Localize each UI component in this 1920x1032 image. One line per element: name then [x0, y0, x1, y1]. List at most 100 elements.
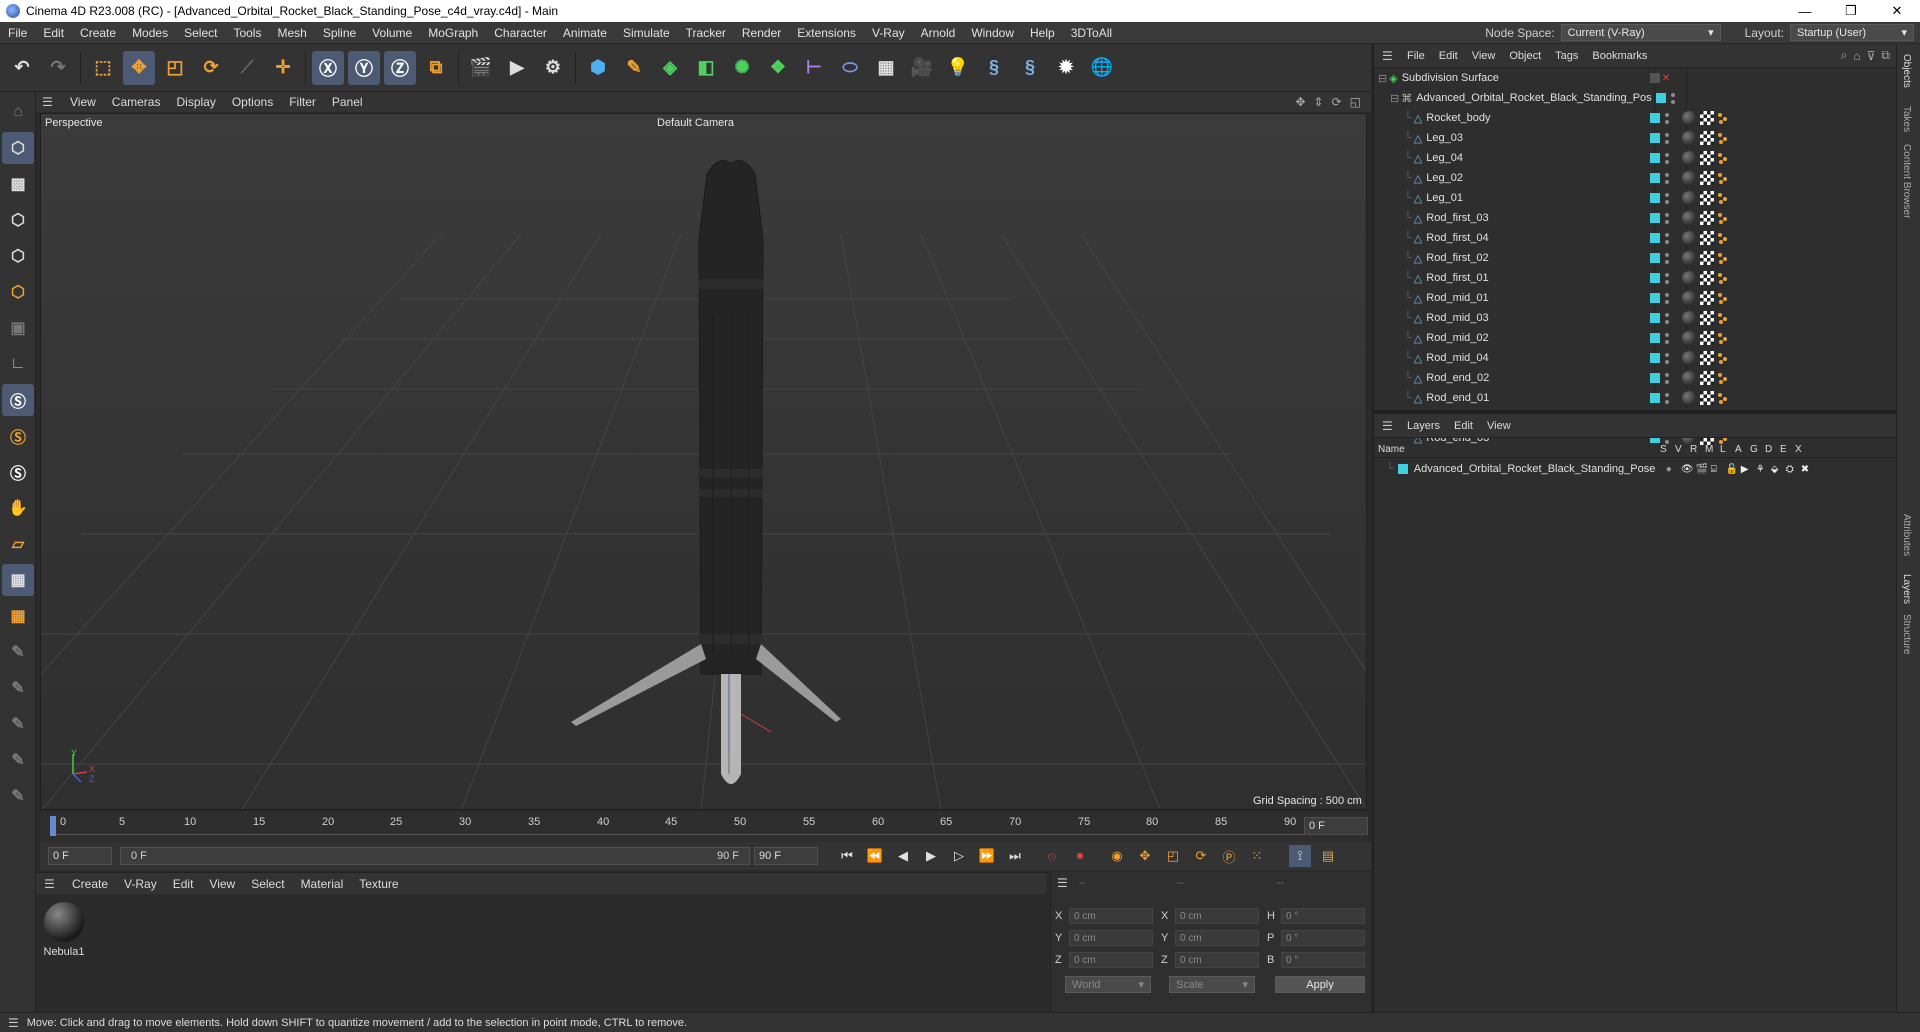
material-tag-icon[interactable] [1682, 391, 1697, 405]
layer-swatch[interactable] [1650, 253, 1661, 263]
move-tool-icon[interactable]: ✥ [123, 50, 155, 85]
object-row[interactable]: └ △ Leg_01 [1374, 188, 1898, 208]
next-frame-icon[interactable]: ▷ [948, 845, 970, 867]
new-window-icon[interactable]: ⧉ [1881, 48, 1890, 63]
layers-menu-view[interactable]: View [1480, 420, 1518, 432]
viewport-menu-view[interactable]: View [62, 95, 104, 109]
layer-swatch[interactable] [1650, 153, 1661, 163]
column-expressions[interactable]: E [1780, 444, 1795, 455]
prev-key-icon[interactable]: ⏪ [864, 845, 886, 867]
object-row[interactable]: └ △ Leg_02 [1374, 168, 1898, 188]
rotation-h-field[interactable]: 0 ° [1281, 908, 1365, 924]
hamburger-icon[interactable]: ☰ [1057, 876, 1068, 890]
current-frame-field[interactable]: 0 F [1304, 817, 1368, 835]
view-toggle-icon[interactable]: 👁 [1681, 464, 1696, 475]
layers-menu-edit[interactable]: Edit [1447, 420, 1480, 432]
layer-swatch[interactable] [1650, 313, 1661, 323]
locked-workplane-icon[interactable]: ▦ [2, 600, 34, 632]
column-deformers[interactable]: D [1765, 444, 1780, 455]
object-row-group[interactable]: ⊟ ⌘ Advanced_Orbital_Rocket_Black_Standi… [1374, 88, 1898, 108]
viewport-maximize-icon[interactable]: ◱ [1350, 95, 1361, 109]
menu-mograph[interactable]: MoGraph [420, 26, 486, 40]
world-axis-icon[interactable]: ✛ [267, 51, 299, 85]
brush-tool-icon[interactable]: ✎ [2, 708, 34, 740]
hamburger-icon[interactable]: ☰ [42, 95, 62, 109]
texture-tag-icon[interactable] [1700, 231, 1715, 245]
layer-swatch[interactable] [1650, 393, 1661, 403]
texture-tag-icon[interactable] [1700, 351, 1715, 365]
hamburger-icon[interactable]: ☰ [8, 1016, 19, 1030]
objects-menu-view[interactable]: View [1465, 50, 1503, 62]
smooth-tool-icon[interactable]: ✎ [2, 744, 34, 776]
search-icon[interactable]: ⌕ [1841, 48, 1848, 63]
menu-mesh[interactable]: Mesh [269, 26, 314, 40]
object-row[interactable]: └ △ Leg_03 [1374, 128, 1898, 148]
visibility-dots[interactable] [1664, 251, 1670, 265]
column-solo[interactable]: S [1660, 444, 1675, 455]
object-row[interactable]: └ △ Rod_first_04 [1374, 228, 1898, 248]
position-x-field[interactable]: 0 cm [1069, 908, 1153, 924]
column-generators[interactable]: G [1750, 444, 1765, 455]
objects-menu-file[interactable]: File [1400, 50, 1432, 62]
axis-mode-icon[interactable]: ∟ [2, 348, 34, 380]
menu-simulate[interactable]: Simulate [615, 26, 678, 40]
tab-layers[interactable]: Layers [1901, 574, 1912, 604]
material-tag-icon[interactable] [1682, 131, 1697, 145]
material-tag-icon[interactable] [1682, 311, 1697, 325]
end-frame-field[interactable]: 90 F [754, 847, 818, 865]
sculpt-tool-icon[interactable]: ✎ [2, 672, 34, 704]
viewport-menu-filter[interactable]: Filter [281, 95, 324, 109]
animation-toggle-icon[interactable]: ▶ [1741, 464, 1756, 475]
close-button[interactable]: ✕ [1874, 0, 1920, 22]
texture-tag-icon[interactable] [1700, 191, 1715, 205]
texture-tag-icon[interactable] [1700, 311, 1715, 325]
go-to-end-icon[interactable]: ⏭ [1004, 845, 1026, 867]
material-tag-icon[interactable] [1682, 291, 1697, 305]
layer-swatch[interactable] [1650, 193, 1661, 203]
menu-edit[interactable]: Edit [35, 26, 72, 40]
key-position-icon[interactable]: ✥ [1134, 845, 1156, 867]
vray-tag-icon[interactable] [1718, 252, 1730, 264]
timeline-ruler[interactable]: 0 5 10 15 20 25 30 35 40 45 50 55 60 65 … [40, 812, 1368, 842]
hamburger-icon[interactable]: ☰ [1382, 49, 1400, 63]
frame-range-slider[interactable]: 0 F 90 F [120, 847, 750, 865]
vray-tag-icon[interactable] [1718, 352, 1730, 364]
workplane-icon[interactable]: ▱ [2, 528, 34, 560]
transform-mode-dropdown[interactable]: Scale ▾ [1169, 976, 1255, 993]
visibility-dots[interactable] [1664, 231, 1670, 245]
visibility-dots[interactable] [1664, 171, 1670, 185]
auto-key-icon[interactable]: ⏺ [1069, 845, 1091, 867]
vray-tag-icon[interactable] [1718, 212, 1730, 224]
layer-swatch[interactable] [1650, 233, 1661, 243]
material-tag-icon[interactable] [1682, 111, 1697, 125]
material-tag-icon[interactable] [1682, 171, 1697, 185]
visibility-dots[interactable] [1670, 91, 1676, 105]
menu-modes[interactable]: Modes [124, 26, 176, 40]
node-space-dropdown[interactable]: Current (V-Ray) ▾ [1560, 24, 1721, 41]
polygons-mode-icon[interactable]: ⬡ [2, 276, 34, 308]
record-icon[interactable]: ⦸ [1041, 845, 1063, 867]
tab-attributes[interactable]: Attributes [1901, 514, 1912, 556]
undo-icon[interactable]: ↶ [6, 51, 38, 85]
texture-mode-icon[interactable]: ▩ [2, 168, 34, 200]
size-x-field[interactable]: 0 cm [1175, 908, 1259, 924]
size-y-field[interactable]: 0 cm [1175, 930, 1259, 946]
layer-swatch[interactable] [1650, 213, 1661, 223]
rotation-b-field[interactable]: 0 ° [1281, 952, 1365, 968]
viewport-menu-options[interactable]: Options [224, 95, 281, 109]
spline-pen-icon[interactable]: ✎ [618, 51, 650, 85]
filter-icon[interactable]: ⊽ [1867, 49, 1876, 63]
visibility-dots[interactable] [1664, 271, 1670, 285]
layer-row[interactable]: └ Advanced_Orbital_Rocket_Black_Standing… [1374, 459, 1898, 479]
material-tag-icon[interactable] [1682, 371, 1697, 385]
vray-tag-icon[interactable] [1718, 272, 1730, 284]
texture-tag-icon[interactable] [1700, 331, 1715, 345]
objects-menu-tags[interactable]: Tags [1548, 50, 1585, 62]
deformer-icon[interactable]: ⊢ [798, 51, 830, 85]
menu-tracker[interactable]: Tracker [678, 26, 734, 40]
vray-tag-icon[interactable] [1718, 152, 1730, 164]
snap-icon[interactable]: Ⓢ [2, 384, 34, 416]
tab-content-browser[interactable]: Content Browser [1901, 144, 1912, 218]
viewport-pan-icon[interactable]: ⇕ [1314, 95, 1324, 109]
layer-swatch[interactable] [1650, 113, 1661, 123]
